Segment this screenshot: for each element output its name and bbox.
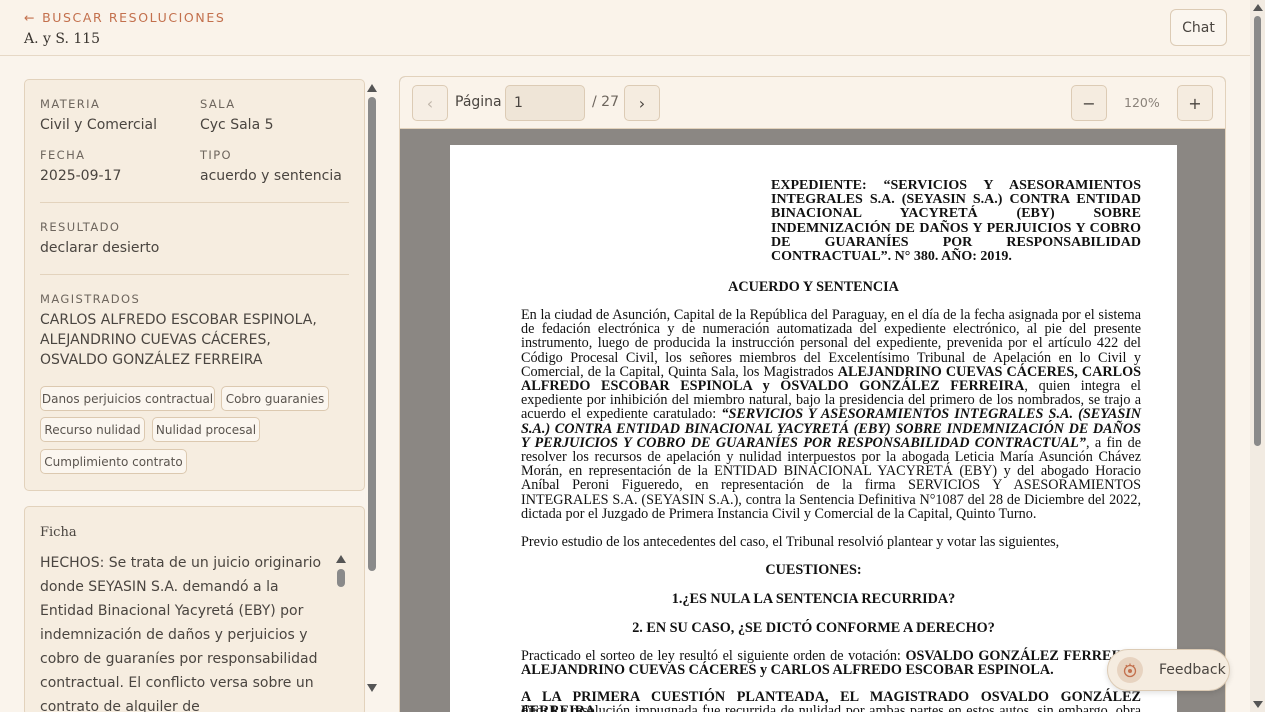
tag-chip[interactable]: Cobro guaranies — [221, 386, 329, 411]
eye-icon — [1117, 657, 1143, 683]
ficha-text: HECHOS: Se trata de un juicio originario… — [40, 555, 322, 712]
scroll-down-arrow-icon[interactable] — [1253, 701, 1263, 708]
zoom-in-button[interactable]: + — [1177, 85, 1213, 121]
scrollbar-thumb[interactable] — [1254, 16, 1261, 446]
top-bar: ← BUSCAR RESOLUCIONES A. y S. 115 Chat — [0, 0, 1250, 56]
question-1: 1.¿ES NULA LA SENTENCIA RECURRIDA? — [671, 591, 956, 607]
plus-icon: + — [1188, 93, 1202, 113]
tag-chip[interactable]: Danos perjuicios contractual — [40, 386, 215, 411]
viewer-toolbar: ‹ Página 1 / 27 › − 120% + — [400, 77, 1225, 129]
document-page: EXPEDIENTE: “SERVICIOS Y ASESORAMIENTOS … — [450, 145, 1177, 712]
zoom-level: 120% — [1124, 95, 1160, 110]
tag-chip[interactable]: Cumplimiento contrato — [40, 449, 187, 474]
paragraph: Practicado el sorteo de ley resultó el s… — [521, 649, 1141, 677]
scrollbar-thumb[interactable] — [337, 569, 345, 587]
document-viewer: ‹ Página 1 / 27 › − 120% + EXPEDIENTE: “… — [399, 76, 1226, 712]
question-2: 2. EN SU CASO, ¿SE DICTÓ CONFORME A DERE… — [632, 620, 995, 636]
back-link-label: BUSCAR RESOLUCIONES — [42, 10, 226, 25]
divider — [40, 274, 349, 275]
magistrados-label: MAGISTRADOS — [40, 292, 141, 306]
scroll-up-arrow-icon[interactable] — [336, 555, 346, 563]
scrollbar-thumb[interactable] — [368, 97, 376, 571]
divider — [40, 202, 349, 203]
ficha-card: Ficha HECHOS: Se trata de un juicio orig… — [24, 506, 365, 712]
case-title: A. y S. 115 — [24, 31, 101, 47]
scroll-up-arrow-icon[interactable] — [367, 84, 377, 92]
page-total: / 27 — [592, 94, 619, 110]
scroll-down-arrow-icon[interactable] — [367, 684, 377, 692]
minus-icon: − — [1082, 93, 1096, 113]
page-number-input[interactable]: 1 — [505, 85, 585, 121]
page-scrollbar[interactable] — [1250, 0, 1265, 712]
arrow-left-icon: ← — [24, 10, 37, 25]
previous-page-button[interactable]: ‹ — [412, 85, 448, 121]
chevron-left-icon: ‹ — [426, 93, 434, 113]
paragraph: dijo: La resolución impugnada fue recurr… — [521, 703, 1141, 712]
tag-chip[interactable]: Recurso nulidad — [40, 417, 145, 442]
resultado-label: RESULTADO — [40, 220, 121, 234]
magistrados-value: CARLOS ALFREDO ESCOBAR ESPINOLA, ALEJAND… — [40, 312, 317, 368]
sala-label: SALA — [200, 97, 236, 111]
paragraph: Previo estudio de los antecedentes del c… — [521, 534, 1060, 550]
materia-label: MATERIA — [40, 97, 101, 111]
tipo-label: TIPO — [200, 148, 233, 162]
fecha-value: 2025-09-17 — [40, 168, 122, 184]
back-link[interactable]: ← BUSCAR RESOLUCIONES — [24, 10, 225, 25]
zoom-out-button[interactable]: − — [1071, 85, 1107, 121]
feedback-button[interactable]: Feedback — [1107, 649, 1230, 691]
ficha-scrollbar[interactable] — [335, 555, 347, 705]
sidebar-scrollbar[interactable] — [366, 80, 378, 700]
cuestiones-heading: CUESTIONES: — [765, 562, 862, 578]
metadata-card: MATERIA Civil y Comercial SALA Cyc Sala … — [24, 79, 365, 491]
chevron-right-icon: › — [638, 93, 646, 113]
next-page-button[interactable]: › — [624, 85, 660, 121]
document-heading: ACUERDO Y SENTENCIA — [728, 279, 899, 295]
feedback-label: Feedback — [1159, 662, 1226, 678]
tag-chip[interactable]: Nulidad procesal — [152, 417, 260, 442]
page-label: Página — [455, 94, 502, 110]
ficha-title: Ficha — [40, 525, 77, 540]
chat-button[interactable]: Chat — [1170, 9, 1227, 46]
expediente-caption: EXPEDIENTE: “SERVICIOS Y ASESORAMIENTOS … — [771, 178, 1141, 265]
scroll-up-arrow-icon[interactable] — [1253, 4, 1263, 11]
materia-value: Civil y Comercial — [40, 117, 158, 133]
sala-value: Cyc Sala 5 — [200, 117, 274, 133]
paragraph: En la ciudad de Asunción, Capital de la … — [521, 308, 1141, 521]
fecha-label: FECHA — [40, 148, 86, 162]
resultado-value: declarar desierto — [40, 240, 160, 256]
tipo-value: acuerdo y sentencia — [200, 168, 342, 184]
